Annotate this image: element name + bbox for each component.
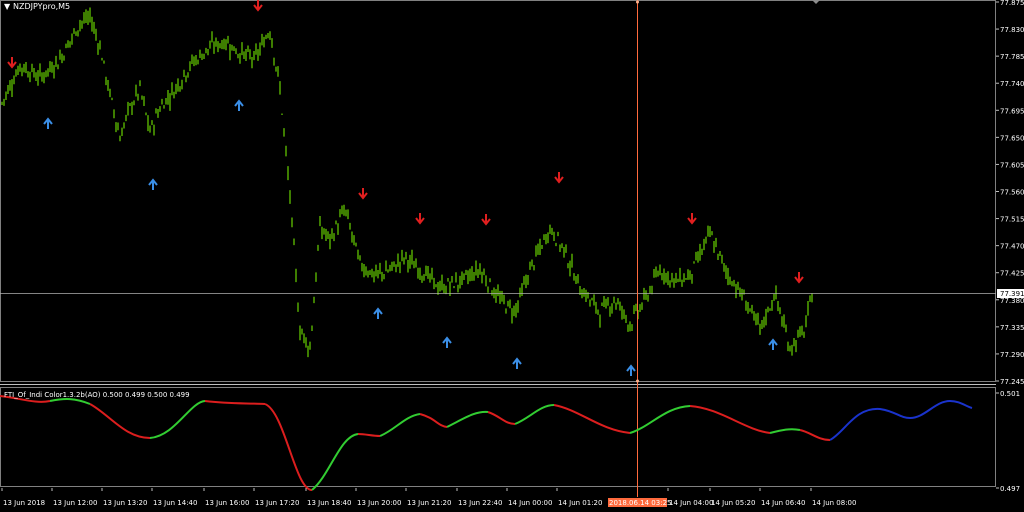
arrow-down-icon: [358, 188, 368, 200]
time-axis-label: 13 Jun 12:00: [53, 499, 97, 507]
arrow-up-icon: [234, 99, 244, 111]
price-axis-label: 77.695: [1000, 107, 1024, 115]
time-axis-label: 13 Jun 17:20: [255, 499, 299, 507]
candlestick-series: [1, 7, 813, 358]
price-axis-label: 77.470: [1000, 243, 1024, 251]
indicator-curve-segment: [446, 410, 489, 428]
arrow-up-icon: [148, 178, 158, 190]
arrow-up-icon: [442, 336, 452, 348]
time-axis-label: 14 Jun 01:20: [558, 499, 602, 507]
time-axis-label: 13 Jun 22:40: [458, 499, 502, 507]
indicator-curve-segment: [204, 400, 266, 405]
price-axis-label: 77.290: [1000, 351, 1024, 359]
arrow-up-icon: [373, 307, 383, 319]
time-axis-label: 14 Jun 00:00: [508, 499, 552, 507]
time-axis-label: 14 Jun 08:00: [812, 499, 856, 507]
arrow-up-icon: [626, 364, 636, 376]
indicator-axis-top: 0.501: [1000, 390, 1020, 398]
arrow-down-icon: [481, 214, 491, 226]
chart-shift-marker-icon[interactable]: [812, 0, 820, 4]
indicator-curve-segment: [89, 403, 151, 439]
arrow-down-icon: [554, 172, 564, 184]
time-axis-label: 13 Jun 21:20: [407, 499, 451, 507]
time-axis-label: 14 Jun 04:00: [669, 499, 713, 507]
symbol-label-icon: ▼: [4, 2, 11, 11]
arrow-up-icon: [43, 117, 53, 129]
indicator-label: FTI_Of_Indi Color1.3.2b(AO) 0.500 0.499 …: [4, 391, 190, 399]
arrow-down-icon: [7, 57, 17, 69]
price-axis-label: 77.740: [1000, 80, 1024, 88]
indicator-curve-segment: [311, 433, 359, 491]
indicator-curve: [0, 395, 973, 491]
price-axis-label: 77.560: [1000, 189, 1024, 197]
chart-window[interactable]: ▼ NZDJPYpro,M5 FTI_Of_Indi Color1.3.2b(A…: [0, 0, 1024, 512]
price-axis-label: 77.830: [1000, 26, 1024, 34]
time-axis-label: 13 Jun 2018: [3, 499, 45, 507]
price-axis-label: 77.515: [1000, 216, 1024, 224]
signal-arrows: [7, 0, 804, 376]
indicator-curve-segment: [379, 413, 421, 437]
arrow-down-icon: [253, 0, 263, 12]
time-axis-label: 14 Jun 05:20: [711, 499, 755, 507]
time-axis-label: 14 Jun 06:40: [761, 499, 805, 507]
crosshair-marker-mid: [636, 379, 639, 383]
time-axis-label: 2018.06.14 03:25: [609, 499, 671, 507]
time-axis-label: 13 Jun 18:40: [307, 499, 351, 507]
indicator-axis-bottom: 0.497: [1000, 485, 1020, 493]
indicator-curve-segment: [264, 403, 313, 491]
indicator-curve-segment: [487, 411, 516, 425]
main-price-panel[interactable]: [0, 0, 996, 382]
price-axis-label: 77.650: [1000, 134, 1024, 142]
price-axis-label: 77.425: [1000, 270, 1024, 278]
indicator-curve-segment: [49, 398, 91, 405]
price-axis[interactable]: 77.875 77.830 77.785 77.740 77.695 77.650 77.6…: [996, 0, 1024, 386]
current-price-value: 77.391: [1000, 290, 1024, 298]
time-axis-label: 13 Jun 16:00: [205, 499, 249, 507]
indicator-curve-segment: [689, 405, 771, 434]
indicator-curve-segment: [419, 413, 448, 428]
arrow-down-icon: [794, 272, 804, 284]
time-axis-label: 13 Jun 14:40: [153, 499, 197, 507]
indicator-curve-segment: [357, 433, 381, 437]
indicator-curve-segment: [829, 399, 973, 441]
indicator-curve-segment: [769, 428, 801, 434]
arrow-up-icon: [768, 338, 778, 350]
arrow-down-icon: [415, 213, 425, 225]
symbol-label: NZDJPYpro,M5: [13, 2, 70, 11]
price-axis-label: 77.245: [1000, 378, 1024, 386]
indicator-curve-segment: [799, 429, 831, 441]
price-axis-label: 77.875: [1000, 0, 1024, 7]
time-axis-label: 13 Jun 20:00: [357, 499, 401, 507]
indicator-curve-segment: [514, 404, 555, 425]
indicator-curve-segment: [629, 405, 691, 434]
indicator-curve-segment: [149, 400, 206, 439]
crosshair-marker-top: [636, 0, 639, 4]
arrow-up-icon: [512, 357, 522, 369]
price-axis-label: 77.605: [1000, 161, 1024, 169]
price-axis-label: 77.785: [1000, 53, 1024, 61]
price-axis-label: 77.335: [1000, 324, 1024, 332]
time-axis-label: 13 Jun 13:20: [103, 499, 147, 507]
time-axis[interactable]: 13 Jun 2018 13 Jun 12:00 13 Jun 13:20 13 Ju…: [1, 488, 856, 507]
indicator-curve-segment: [553, 404, 631, 434]
arrow-down-icon: [687, 213, 697, 225]
